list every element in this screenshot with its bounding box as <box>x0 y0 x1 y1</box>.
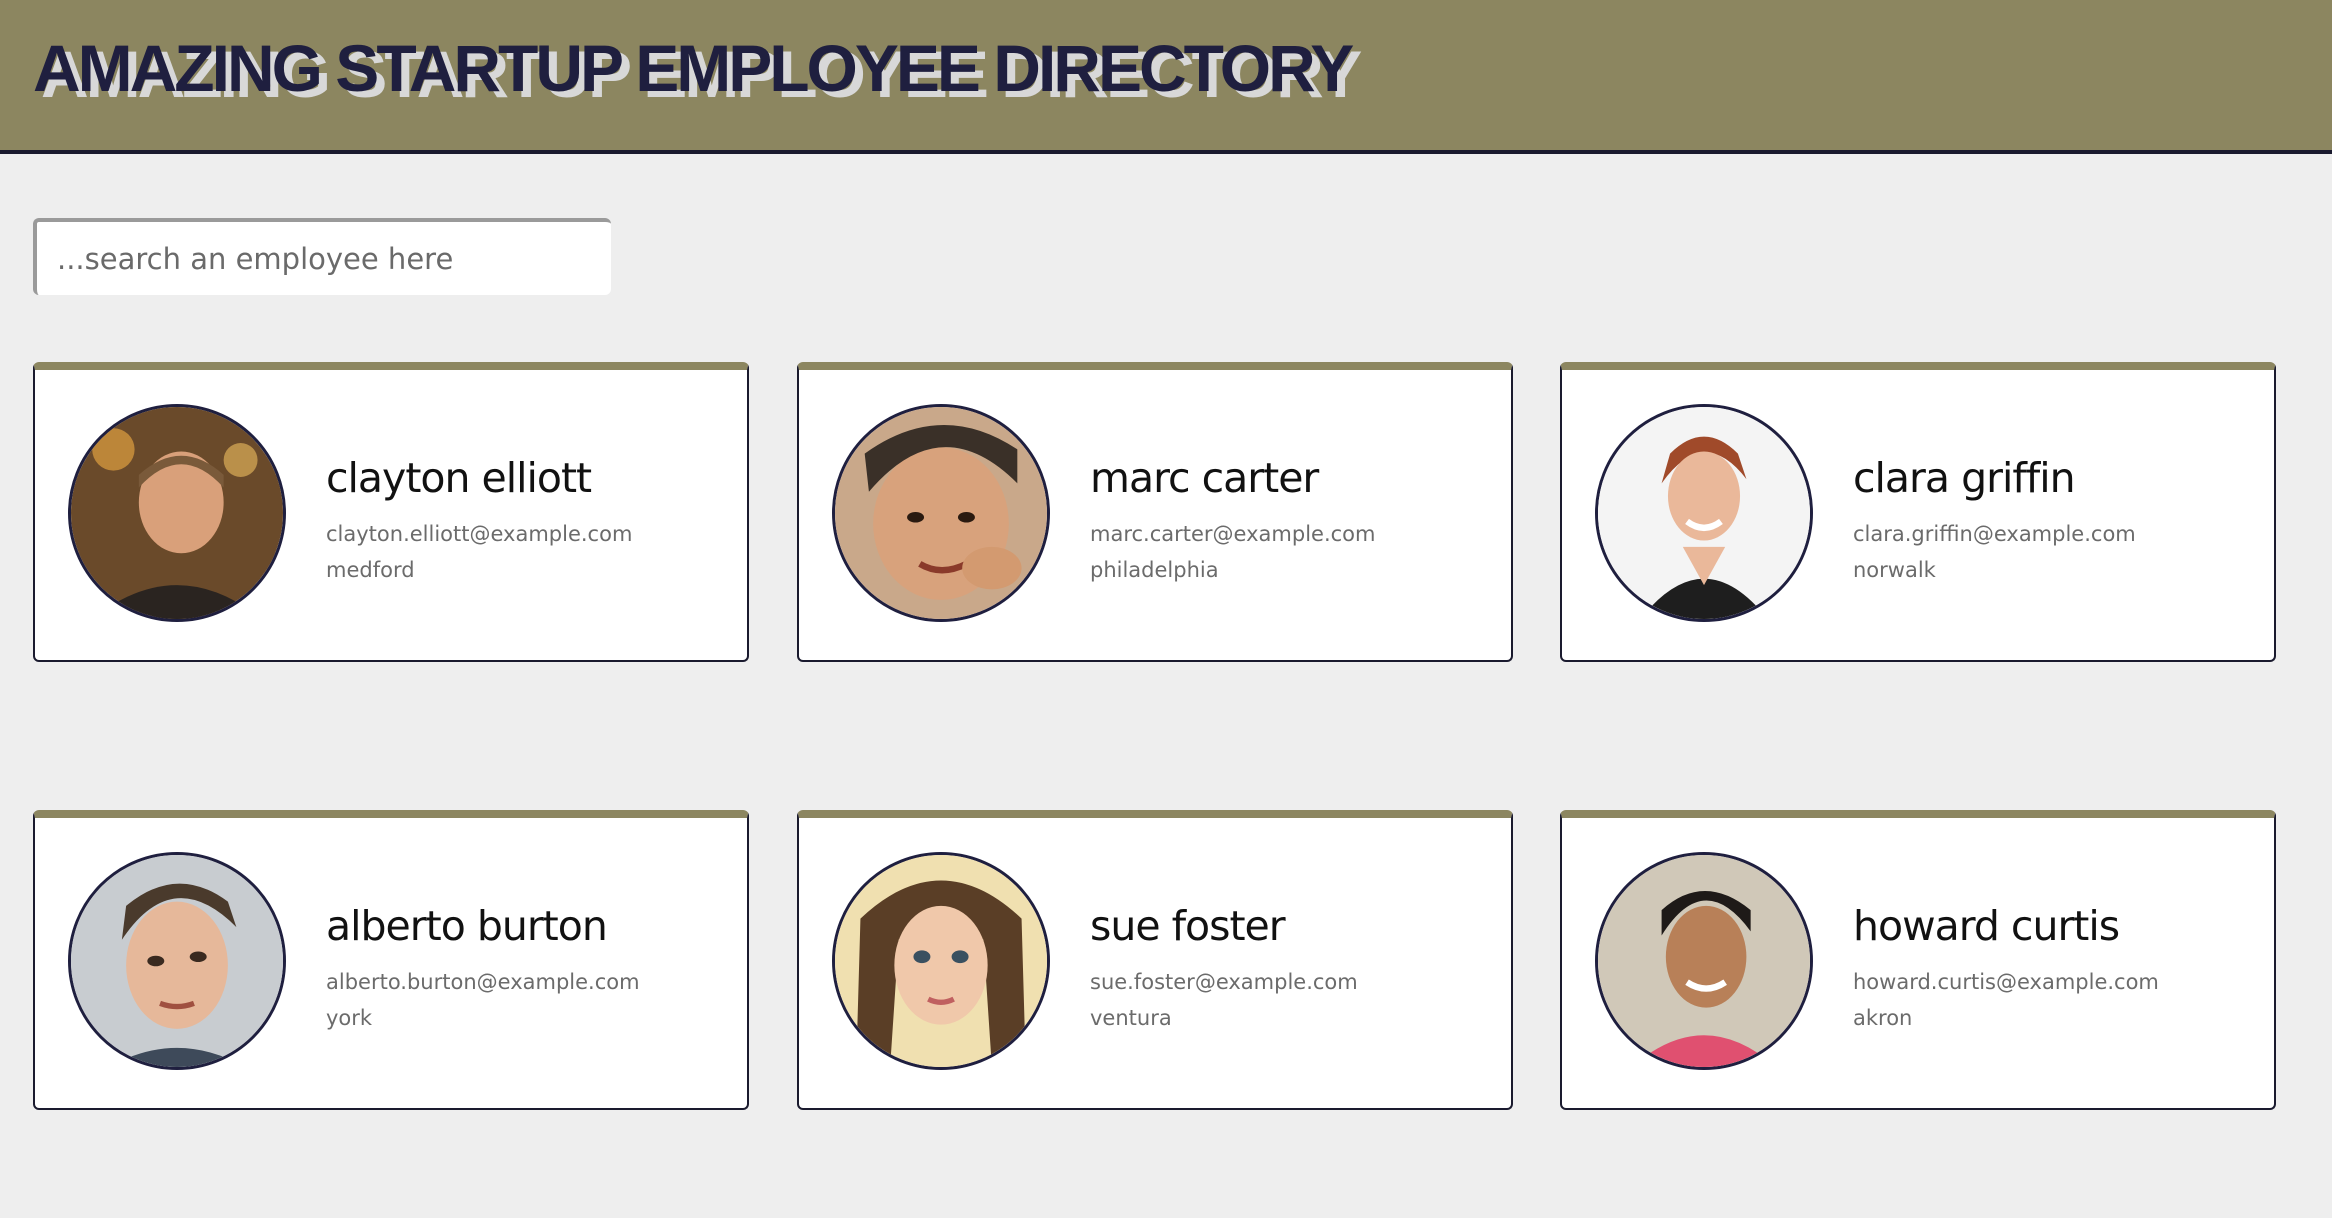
page-title: AMAZING STARTUP EMPLOYEE DIRECTORY <box>33 31 1354 105</box>
employee-photo <box>832 404 1050 622</box>
employee-name: howard curtis <box>1853 902 2120 950</box>
employee-email: howard.curtis@example.com <box>1853 970 2159 994</box>
employee-photo <box>1595 404 1813 622</box>
employee-city: medford <box>326 558 415 582</box>
employee-card[interactable]: alberto burton alberto.burton@example.co… <box>33 810 749 1110</box>
employee-city: norwalk <box>1853 558 1936 582</box>
employee-email: alberto.burton@example.com <box>326 970 640 994</box>
employee-city: york <box>326 1006 373 1030</box>
employee-name: clayton elliott <box>326 454 592 502</box>
page-header: AMAZING STARTUP EMPLOYEE DIRECTORY <box>0 0 2332 154</box>
employee-name: alberto burton <box>326 902 608 950</box>
employee-email: sue.foster@example.com <box>1090 970 1358 994</box>
employee-email: clara.griffin@example.com <box>1853 522 2136 546</box>
employee-photo <box>68 852 286 1070</box>
employee-name: sue foster <box>1090 902 1286 950</box>
employee-city: akron <box>1853 1006 1913 1030</box>
employee-email: clayton.elliott@example.com <box>326 522 633 546</box>
employee-card[interactable]: marc carter marc.carter@example.com phil… <box>797 362 1513 662</box>
employee-name: marc carter <box>1090 454 1319 502</box>
employee-card[interactable]: clayton elliott clayton.elliott@example.… <box>33 362 749 662</box>
employee-city: philadelphia <box>1090 558 1219 582</box>
employee-city: ventura <box>1090 1006 1172 1030</box>
search-input[interactable] <box>33 218 611 295</box>
employee-photo <box>1595 852 1813 1070</box>
employee-email: marc.carter@example.com <box>1090 522 1376 546</box>
employee-photo <box>68 404 286 622</box>
employee-photo <box>832 852 1050 1070</box>
employee-card[interactable]: howard curtis howard.curtis@example.com … <box>1560 810 2276 1110</box>
employee-card[interactable]: clara griffin clara.griffin@example.com … <box>1560 362 2276 662</box>
employee-name: clara griffin <box>1853 454 2076 502</box>
employee-card[interactable]: sue foster sue.foster@example.com ventur… <box>797 810 1513 1110</box>
